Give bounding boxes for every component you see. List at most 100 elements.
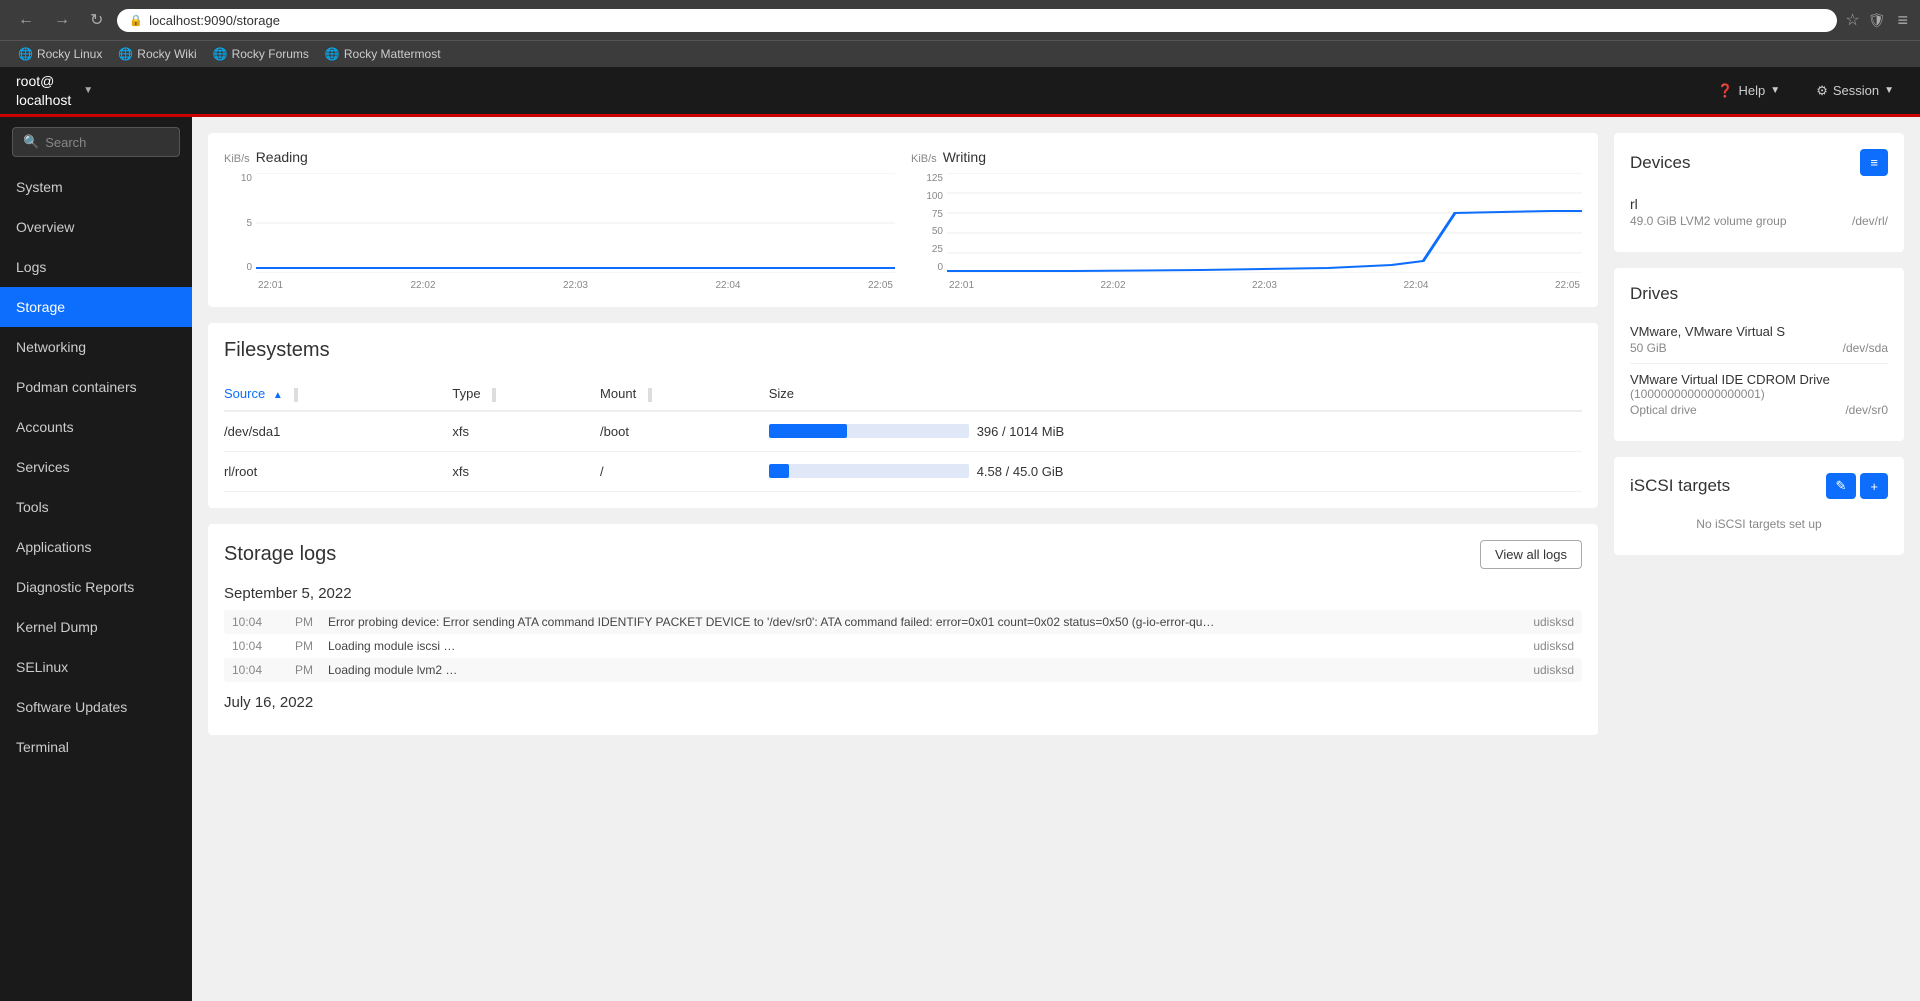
device-item[interactable]: rl 49.0 GiB LVM2 volume group /dev/rl/ — [1630, 188, 1888, 236]
back-button[interactable]: ← — [12, 9, 40, 31]
size-label-0: 396 / 1014 MiB — [977, 424, 1064, 439]
drive-size-0: 50 GiB — [1630, 341, 1667, 355]
drives-header: Drives — [1630, 284, 1888, 304]
sidebar-item-applications[interactable]: Applications — [0, 527, 192, 567]
fs-type-1: xfs — [452, 451, 600, 491]
log-source-1: udisksd — [1533, 639, 1574, 653]
writing-chart: KiB/s Writing 125 100 75 50 25 0 — [911, 149, 1582, 291]
sidebar-item-software[interactable]: Software Updates — [0, 687, 192, 727]
drives-title: Drives — [1630, 284, 1678, 304]
fs-mount-1: / — [600, 451, 769, 491]
writing-unit: KiB/s — [911, 153, 937, 165]
device-path: /dev/rl/ — [1852, 214, 1888, 228]
log-time-0: 10:04 — [232, 615, 287, 629]
reading-chart: KiB/s Reading 10 5 0 — [224, 149, 895, 291]
reading-unit: KiB/s — [224, 153, 250, 165]
session-button[interactable]: ⚙ Session ▼ — [1806, 77, 1904, 105]
fs-size-1: 4.58 / 45.0 GiB — [769, 451, 1582, 491]
bookmark-rocky-mattermost[interactable]: 🌐 Rocky Mattermost — [319, 45, 447, 63]
bookmark-star-icon[interactable]: ☆ — [1845, 10, 1859, 30]
sidebar-item-overview[interactable]: Overview — [0, 207, 192, 247]
progress-bar-container-1 — [769, 464, 969, 478]
reading-chart-header: KiB/s Reading — [224, 149, 895, 165]
drive-name-0: VMware, VMware Virtual S — [1630, 324, 1888, 339]
writing-title: Writing — [943, 149, 986, 165]
drive-item-1[interactable]: VMware Virtual IDE CDROM Drive (10000000… — [1630, 364, 1888, 425]
sidebar-item-tools[interactable]: Tools — [0, 487, 192, 527]
progress-bar-container-0 — [769, 424, 969, 438]
username-display: root@ — [16, 72, 71, 90]
address-bar[interactable]: 🔒 localhost:9090/storage — [117, 9, 1837, 32]
source-col-resize[interactable] — [294, 388, 298, 402]
logs-header: Storage logs View all logs — [224, 540, 1582, 569]
devices-list-button[interactable]: ≡ — [1860, 149, 1888, 176]
search-input[interactable]: 🔍 Search — [12, 127, 180, 157]
col-mount[interactable]: Mount — [600, 378, 769, 411]
type-col-resize[interactable] — [492, 388, 496, 402]
writing-y-50: 50 — [911, 226, 943, 237]
drive-type-1: Optical drive — [1630, 403, 1697, 417]
mount-col-resize[interactable] — [648, 388, 652, 402]
globe-icon-4: 🌐 — [325, 47, 340, 61]
sidebar-nav: System Overview Logs Storage Networking … — [0, 167, 192, 767]
sidebar-item-kernel[interactable]: Kernel Dump — [0, 607, 192, 647]
writing-y-100: 100 — [911, 191, 943, 202]
reload-button[interactable]: ↻ — [84, 8, 109, 32]
table-row[interactable]: rl/root xfs / 4.58 / 45.0 GiB — [224, 451, 1582, 491]
sidebar-item-system[interactable]: System — [0, 167, 192, 207]
col-type[interactable]: Type — [452, 378, 600, 411]
drive-name-1: VMware Virtual IDE CDROM Drive — [1630, 372, 1888, 387]
shield-icon: 🛡 — [1868, 12, 1886, 29]
user-info[interactable]: root@ localhost — [16, 72, 71, 108]
app-header: root@ localhost ▼ ❓ Help ▼ ⚙ Session ▼ — [0, 67, 1920, 117]
menu-icon[interactable]: ≡ — [1897, 10, 1908, 31]
device-description: 49.0 GiB LVM2 volume group — [1630, 214, 1787, 228]
forward-button[interactable]: → — [48, 9, 76, 31]
sidebar-item-accounts[interactable]: Accounts — [0, 407, 192, 447]
view-all-logs-button[interactable]: View all logs — [1480, 540, 1582, 569]
col-size[interactable]: Size — [769, 378, 1582, 411]
drive-item-0[interactable]: VMware, VMware Virtual S 50 GiB /dev/sda — [1630, 316, 1888, 364]
bookmark-rocky-linux[interactable]: 🌐 Rocky Linux — [12, 45, 108, 63]
help-chevron-icon: ▼ — [1770, 85, 1780, 96]
help-button[interactable]: ❓ Help ▼ — [1707, 77, 1790, 105]
drive-detail-1: (1000000000000000001) — [1630, 387, 1888, 401]
charts-section: KiB/s Reading 10 5 0 — [208, 133, 1598, 307]
bookmark-rocky-forums[interactable]: 🌐 Rocky Forums — [207, 45, 315, 63]
size-label-1: 4.58 / 45.0 GiB — [977, 464, 1064, 479]
iscsi-add-button[interactable]: + — [1860, 473, 1888, 499]
sidebar-item-selinux[interactable]: SELinux — [0, 647, 192, 687]
reading-x-labels: 22:01 22:02 22:03 22:04 22:05 — [256, 280, 895, 291]
sidebar-item-services[interactable]: Services — [0, 447, 192, 487]
fs-source-0: /dev/sda1 — [224, 411, 452, 452]
filesystems-thead: Source ▲ Type Mount — [224, 378, 1582, 411]
log-level-2: PM — [295, 663, 320, 677]
fs-source-1: rl/root — [224, 451, 452, 491]
sort-asc-icon: ▲ — [273, 390, 283, 401]
table-row[interactable]: /dev/sda1 xfs /boot 396 / 1014 MiB — [224, 411, 1582, 452]
sidebar-item-logs[interactable]: Logs — [0, 247, 192, 287]
user-dropdown-icon[interactable]: ▼ — [83, 85, 93, 96]
col-source[interactable]: Source ▲ — [224, 378, 452, 411]
sidebar-item-storage[interactable]: Storage — [0, 287, 192, 327]
log-source-2: udisksd — [1533, 663, 1574, 677]
sidebar: 🔍 Search System Overview Logs Storage Ne… — [0, 117, 192, 1001]
sidebar-item-networking[interactable]: Networking — [0, 327, 192, 367]
bookmark-rocky-wiki[interactable]: 🌐 Rocky Wiki — [112, 45, 202, 63]
sidebar-item-podman[interactable]: Podman containers — [0, 367, 192, 407]
iscsi-header: iSCSI targets ✎ + — [1630, 473, 1888, 499]
iscsi-buttons: ✎ + — [1826, 473, 1889, 499]
log-message-1: Loading module iscsi … — [328, 639, 1525, 653]
drive-sub-0: 50 GiB /dev/sda — [1630, 341, 1888, 355]
iscsi-edit-button[interactable]: ✎ — [1826, 473, 1857, 499]
sidebar-item-terminal[interactable]: Terminal — [0, 727, 192, 767]
fs-size-0: 396 / 1014 MiB — [769, 411, 1582, 452]
reading-title: Reading — [256, 149, 308, 165]
drives-card: Drives VMware, VMware Virtual S 50 GiB /… — [1614, 268, 1904, 441]
writing-y-25: 25 — [911, 244, 943, 255]
fs-mount-0: /boot — [600, 411, 769, 452]
devices-header: Devices ≡ — [1630, 149, 1888, 176]
app-header-left: root@ localhost ▼ — [16, 72, 93, 108]
sidebar-item-diagnostic[interactable]: Diagnostic Reports — [0, 567, 192, 607]
content-area: KiB/s Reading 10 5 0 — [192, 117, 1920, 1001]
